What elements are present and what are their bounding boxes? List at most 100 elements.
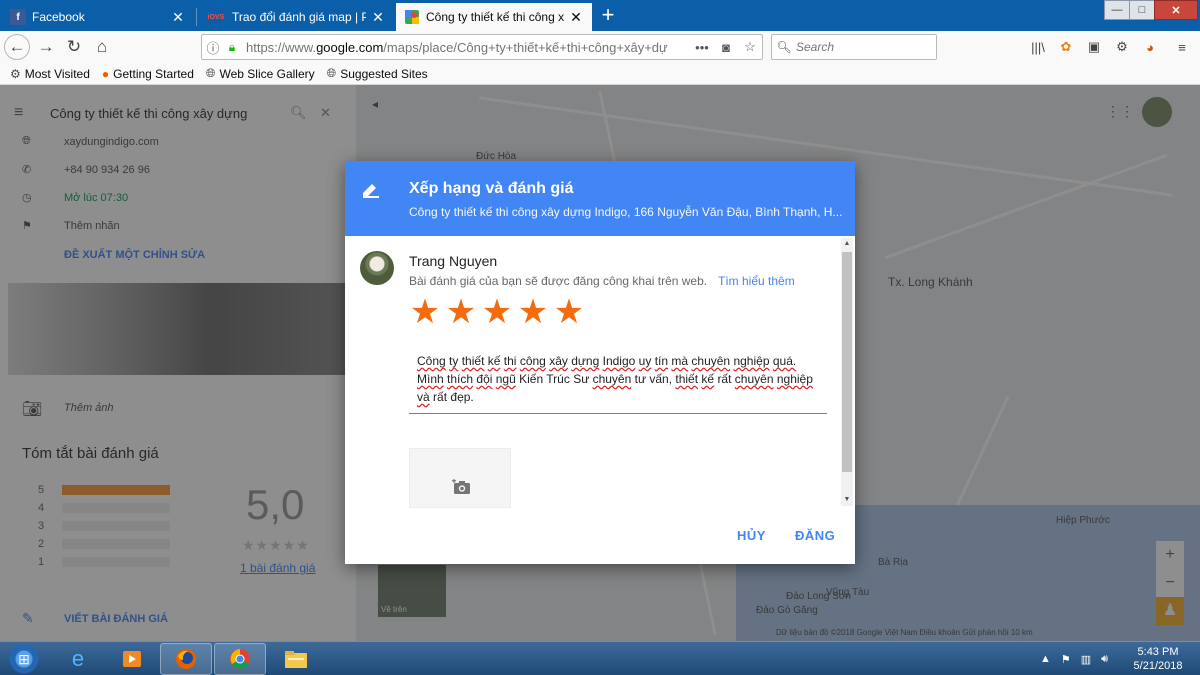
add-photo-button[interactable] (409, 448, 511, 508)
review-word: công (519, 354, 546, 368)
tab-forum[interactable]: iOVS Trao đổi đánh giá map | Page 5 ✕ (198, 3, 394, 31)
review-word: chuyên (691, 354, 731, 368)
network-icon[interactable]: ▥ (1081, 653, 1091, 666)
clock-time: 5:43 PM (1137, 646, 1179, 658)
review-word: thiết (461, 354, 485, 368)
start-button[interactable]: ⊞ (4, 643, 44, 675)
scrollbar-thumb[interactable] (842, 252, 852, 472)
search-bar[interactable]: 🔍︎ (771, 34, 937, 60)
dialog-actions: HỦY ĐĂNG (345, 508, 855, 564)
close-window-button[interactable]: ✕ (1154, 0, 1198, 20)
info-icon[interactable]: ⓘ (202, 38, 224, 57)
tab-label: Trao đổi đánh giá map | Page 5 (232, 10, 366, 24)
firefox-taskbar-icon[interactable] (160, 643, 212, 675)
bookmark-star-icon[interactable]: ☆ (738, 39, 762, 55)
review-word: và (417, 390, 430, 404)
bookmark-label: Most Visited (24, 66, 90, 81)
gear-icon: ⚙ (10, 66, 21, 81)
rating-review-dialog: Xếp hạng và đánh giá Công ty thiết kế th… (345, 161, 855, 564)
file-explorer-icon[interactable] (270, 643, 322, 675)
review-word: Công (417, 354, 446, 368)
addon-icon[interactable]: ✿ (1056, 37, 1076, 57)
review-word: chuyên (592, 372, 632, 386)
star-2-icon[interactable]: ★ (443, 294, 479, 330)
dialog-body: Trang Nguyen Bài đánh giá của bạn sẽ đượ… (345, 236, 855, 508)
review-word: uy (638, 354, 652, 368)
tab-google-maps[interactable]: Công ty thiết kế thi công xây dựng ✕ (396, 3, 592, 31)
facebook-favicon: f (10, 9, 26, 25)
new-tab-button[interactable]: + (596, 4, 620, 28)
star-5-icon[interactable]: ★ (551, 294, 587, 330)
scroll-up-arrow-icon[interactable]: ▲ (841, 238, 853, 250)
star-rating[interactable]: ★ ★ ★ ★ ★ (407, 294, 587, 330)
reload-icon[interactable]: ↻ (62, 35, 86, 59)
url-bar[interactable]: ⓘ 🔒︎ https://www.google.com/maps/place/C… (201, 34, 763, 60)
menu-icon[interactable]: ≡ (1172, 37, 1192, 57)
add-photo-camera-icon (452, 479, 470, 494)
review-word: ty (449, 354, 459, 368)
globe-icon: 🌐︎ (326, 66, 337, 80)
tray-expand-icon[interactable]: ▲ (1040, 653, 1051, 665)
windows-taskbar: ⊞ e ▲ ⚑ ▥ 🔊︎ 5:43 PM 5/21/2018 (0, 641, 1200, 675)
review-word: quá. (772, 354, 797, 368)
cancel-button[interactable]: HỦY (737, 528, 766, 543)
bookmark-most-visited[interactable]: ⚙ Most Visited (10, 67, 90, 81)
review-textarea[interactable]: Công ty thiết kế thi công xây dựng Indig… (409, 350, 827, 414)
review-word: thiết (675, 372, 699, 386)
review-word: Trúc (546, 372, 570, 386)
minimize-button[interactable]: — (1104, 0, 1130, 20)
bookmark-label: Suggested Sites (340, 66, 428, 81)
review-word: đẹp. (450, 390, 474, 404)
review-word: thích (447, 372, 474, 386)
back-arrow-icon[interactable]: ← (4, 34, 30, 60)
system-tray: ▲ ⚑ ▥ 🔊︎ (1040, 646, 1118, 672)
tab-facebook[interactable]: f Facebook ✕ (2, 3, 194, 31)
media-player-icon[interactable] (106, 643, 158, 675)
navigation-toolbar: ← → ↻ ⌂ ⓘ 🔒︎ https://www.google.com/maps… (0, 31, 1200, 63)
review-word: kế (487, 354, 501, 368)
page-actions-icon[interactable]: ••• (690, 40, 714, 55)
sidebar-icon[interactable]: ▣ (1084, 37, 1104, 57)
review-word: tín (654, 354, 669, 368)
internet-explorer-icon[interactable]: e (52, 643, 104, 675)
scroll-down-arrow-icon[interactable]: ▼ (841, 494, 853, 506)
action-center-flag-icon[interactable]: ⚑ (1061, 653, 1071, 666)
reviewer-avatar (360, 251, 394, 285)
extension-icon[interactable]: ⚙ (1112, 37, 1132, 57)
search-input[interactable] (796, 40, 926, 54)
bookmark-suggested-sites[interactable]: 🌐︎ Suggested Sites (327, 66, 428, 81)
dialog-scrollbar[interactable]: ▲ ▼ (841, 238, 853, 506)
post-button[interactable]: ĐĂNG (795, 528, 835, 543)
learn-more-link[interactable]: Tìm hiểu thêm (718, 274, 795, 288)
close-tab-icon[interactable]: ✕ (170, 9, 186, 26)
review-word: thi (503, 354, 517, 368)
library-icon[interactable]: |||\ (1028, 37, 1048, 57)
review-word: tư (634, 372, 646, 386)
bookmark-getting-started[interactable]: ● Getting Started (102, 67, 194, 81)
review-word: nghiệp (776, 372, 813, 386)
close-tab-icon[interactable]: ✕ (568, 9, 584, 26)
maximize-button[interactable]: □ (1129, 0, 1155, 20)
taskbar-clock[interactable]: 5:43 PM 5/21/2018 (1128, 645, 1188, 673)
pocket-icon[interactable]: ◙ (714, 40, 738, 55)
star-3-icon[interactable]: ★ (479, 294, 515, 330)
volume-icon[interactable]: 🔊︎ (1101, 653, 1108, 666)
profile-icon[interactable]: ◕ (1140, 37, 1160, 57)
tab-label: Công ty thiết kế thi công xây dựng (426, 10, 564, 24)
review-word: chuyên (734, 372, 774, 386)
forward-arrow-icon[interactable]: → (34, 35, 58, 59)
lock-icon[interactable]: 🔒︎ (224, 40, 240, 55)
url-text[interactable]: https://www.google.com/maps/place/Công+t… (246, 40, 690, 55)
public-notice: Bài đánh giá của bạn sẽ được đăng công k… (409, 274, 708, 288)
review-word: Mình (417, 372, 444, 386)
star-1-icon[interactable]: ★ (407, 294, 443, 330)
chrome-taskbar-icon[interactable] (214, 643, 266, 675)
dialog-title: Xếp hạng và đánh giá (409, 180, 574, 197)
review-word: Kiến (519, 372, 544, 386)
close-tab-icon[interactable]: ✕ (370, 9, 386, 26)
home-icon[interactable]: ⌂ (90, 35, 114, 59)
tab-separator (196, 8, 197, 26)
star-4-icon[interactable]: ★ (515, 294, 551, 330)
tab-strip: f Facebook ✕ iOVS Trao đổi đánh giá map … (0, 0, 1200, 31)
bookmark-web-slice-gallery[interactable]: 🌐︎ Web Slice Gallery (206, 66, 315, 81)
